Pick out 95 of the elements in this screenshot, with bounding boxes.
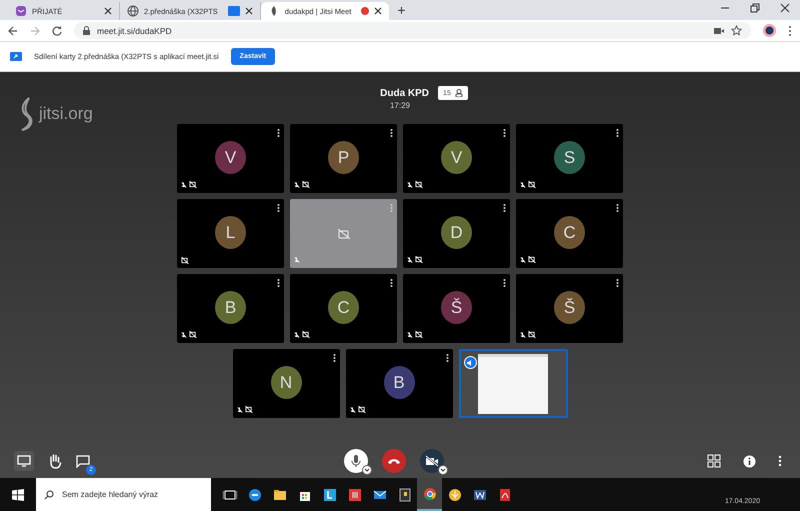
avatar-initial: S [554,141,585,174]
avatar-initial: Š [554,291,585,324]
dark-app-icon[interactable] [398,488,412,502]
more-options-icon[interactable] [616,129,619,137]
participant-tile[interactable]: N [232,349,340,418]
participant-tile[interactable]: Š [403,274,510,343]
more-options-icon[interactable] [616,204,619,212]
participant-tile[interactable] [290,199,397,268]
search-field[interactable]: Sem zadejte hledaný výraz [60,489,203,500]
screen-share-button[interactable] [14,451,34,471]
meeting-timer: 17:29 [390,101,410,110]
profile-avatar-icon[interactable] [763,24,776,37]
close-icon[interactable] [244,7,253,15]
participant-tile[interactable]: L [177,199,284,268]
more-options-icon[interactable] [390,129,393,137]
globe-icon [127,5,139,17]
tile-view-icon[interactable] [707,454,721,468]
monitor-icon [17,455,31,467]
avatar-initial: P [328,141,359,174]
restore-icon[interactable] [750,2,760,12]
new-tab-button[interactable]: + [389,2,414,18]
mail-envelope-icon[interactable] [372,488,386,502]
chrome-icon[interactable] [422,486,436,500]
raise-hand-icon[interactable] [48,453,62,469]
participant-tile[interactable]: Š [516,274,623,343]
avatar-initial: V [215,141,246,174]
screen-share-tile[interactable] [458,349,568,418]
participant-tile[interactable]: C [516,199,623,268]
more-options-icon[interactable] [503,279,506,287]
taskbar-search-bar[interactable]: Sem zadejte hledaný výraz [36,478,211,511]
avatar-initial: C [554,216,585,249]
camera-off-icon [338,228,350,238]
camera-off-icon [425,455,439,467]
participant-tile[interactable]: P [290,124,397,193]
address-field[interactable]: meet.jit.si/dudaKPD [74,22,751,39]
participant-tile[interactable]: B [346,349,452,418]
participant-tile[interactable]: B [177,274,284,343]
close-icon[interactable] [374,7,382,15]
more-options-icon[interactable] [778,455,782,467]
menu-icon[interactable] [788,24,792,36]
logo-text: jitsi.org [39,104,93,124]
avatar-initial: D [441,216,472,249]
phone-icon [387,457,401,465]
avatar-initial: Š [441,291,472,324]
close-icon[interactable] [104,7,112,15]
avatar-initial: B [384,366,414,399]
avatar-initial: V [441,141,472,174]
more-options-icon[interactable] [277,129,280,137]
avatar-initial: B [215,291,246,324]
info-icon[interactable] [743,454,756,468]
caret-icon[interactable] [438,465,448,475]
striped-app-icon[interactable] [348,488,362,502]
chat-icon[interactable] [76,454,90,468]
more-options-icon[interactable] [277,279,280,287]
more-options-icon[interactable] [332,354,336,362]
people-icon [454,89,463,97]
forward-arrow-icon [30,26,40,36]
participant-tile[interactable]: C [290,274,397,343]
camera-icon[interactable] [714,26,724,34]
letter-l-app-icon[interactable] [322,488,336,502]
back-arrow-icon[interactable] [8,26,18,36]
more-options-icon[interactable] [277,204,280,212]
meeting-title: Duda KPD [380,88,430,98]
document-preview [478,354,548,414]
reload-icon[interactable] [52,26,62,36]
pdf-reader-icon[interactable] [498,488,512,502]
participant-tile[interactable]: S [516,124,623,193]
participant-tile[interactable]: V [403,124,510,193]
folder-icon[interactable] [272,488,286,502]
hang-up-button[interactable] [382,449,406,473]
screen-share-icon [228,6,240,16]
screen-share-icon [10,52,22,61]
more-options-icon[interactable] [446,354,448,362]
word-icon[interactable] [472,488,486,502]
speaker-icon [467,360,473,366]
avatar-initial: N [270,366,302,399]
star-icon[interactable] [731,25,742,36]
more-options-icon[interactable] [390,279,393,287]
more-options-icon[interactable] [503,129,506,137]
more-options-icon[interactable] [616,279,619,287]
close-icon[interactable] [780,2,790,12]
avatar-initial: L [215,216,246,249]
more-options-icon[interactable] [503,204,506,212]
caret-icon[interactable] [362,465,372,475]
recording-dot-icon [361,7,370,15]
mail-icon [15,5,27,17]
task-view-icon[interactable] [222,488,236,502]
lock-icon [83,26,90,35]
download-arrow-app-icon[interactable] [448,488,462,502]
participant-tile[interactable]: D [403,199,510,268]
windows-start-icon[interactable] [12,488,24,500]
search-icon [44,490,54,500]
microphone-icon [351,454,361,468]
avatar-initial: C [328,291,359,324]
participant-tile[interactable]: V [177,124,284,193]
